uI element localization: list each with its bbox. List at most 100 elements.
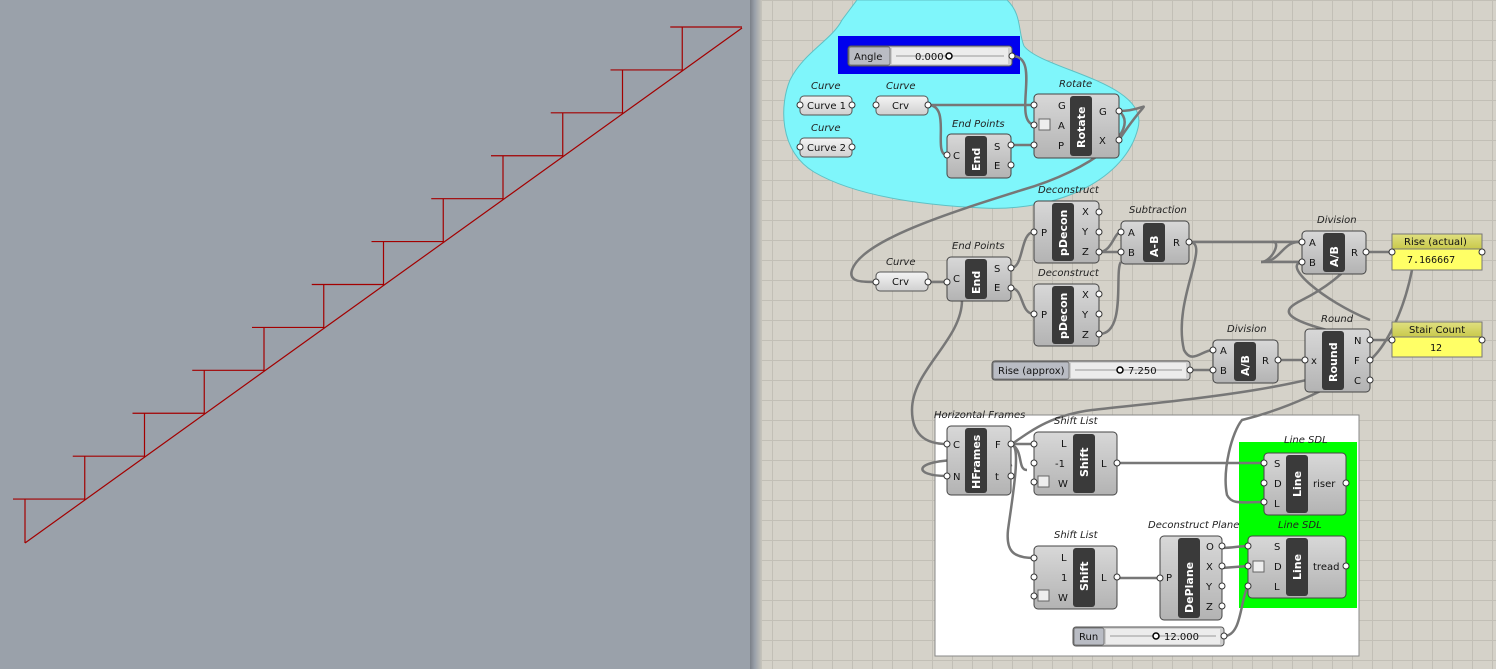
crv-param-1[interactable]: Crv xyxy=(872,95,932,116)
line1-port-d: D xyxy=(1274,479,1282,490)
line-sdl-component-2[interactable]: Line S D L tread xyxy=(1244,535,1350,599)
crv-param-2[interactable]: Crv xyxy=(872,271,932,292)
caption-deconstruct-2: Deconstruct xyxy=(1038,268,1100,279)
shift-1-label: Shift xyxy=(1078,447,1091,477)
deconstruct-component-1[interactable]: pDecon P X Y Z xyxy=(1030,200,1103,264)
caption-endpoints-1: End Points xyxy=(952,119,1005,130)
run-slider-value: 12.000 xyxy=(1164,632,1199,643)
run-slider[interactable]: Run 12.000 xyxy=(1072,626,1228,647)
rotate-component[interactable]: Rotate G A P G X xyxy=(1030,93,1123,159)
end-1-label: End xyxy=(970,148,983,171)
angle-slider[interactable]: Angle 0.000 xyxy=(847,45,1016,67)
stair-count-panel[interactable]: Stair Count 12 xyxy=(1388,321,1486,358)
round-port-n: N xyxy=(1354,336,1361,347)
subtract-label: A-B xyxy=(1148,236,1161,257)
line-sdl-component-1[interactable]: Line S D L riser xyxy=(1260,452,1350,516)
crv-1-label: Crv xyxy=(892,101,909,112)
rotate-port-p: P xyxy=(1058,141,1064,152)
line2-port-l: L xyxy=(1274,582,1280,593)
rotate-label: Rotate xyxy=(1075,107,1088,148)
caption-curve-b: Curve xyxy=(811,123,841,134)
grasshopper-canvas[interactable]: Angle 0.000 Curve Curve 1 Curve Curve 2 … xyxy=(762,0,1496,669)
pdecon-2-port-y: Y xyxy=(1081,310,1089,321)
pdecon-1-label: pDecon xyxy=(1057,210,1070,256)
div1-port-b: B xyxy=(1309,258,1316,269)
sub-port-r: R xyxy=(1173,238,1180,249)
pdecon-2-port-x: X xyxy=(1082,290,1089,301)
horizontal-frames-component[interactable]: HFrames C N F t xyxy=(943,425,1015,496)
angle-slider-output-port[interactable] xyxy=(1008,52,1016,60)
window-splitter[interactable] xyxy=(750,0,762,669)
crv-2-label: Crv xyxy=(892,277,909,288)
shift-list-component-2[interactable]: Shift L 1 W L xyxy=(1030,545,1121,610)
rise-approx-value: 7.250 xyxy=(1128,366,1157,377)
rotate-port-x-out: X xyxy=(1099,136,1106,147)
line2-port-tread: tread xyxy=(1313,562,1339,573)
rhino-viewport[interactable] xyxy=(0,0,750,669)
caption-curve-c: Curve xyxy=(886,81,916,92)
division-component-1[interactable]: A/B A B R xyxy=(1298,230,1370,275)
deconstruct-plane-component[interactable]: DePlane P O X Y Z xyxy=(1156,535,1226,621)
division-component-2[interactable]: A/B A B R xyxy=(1209,339,1282,384)
rise-approx-grip[interactable] xyxy=(1116,366,1124,374)
end-points-component-1[interactable]: End C S E xyxy=(943,133,1015,179)
rotate-port-a: A xyxy=(1058,121,1065,132)
curve-2-param[interactable]: Curve 2 xyxy=(796,137,856,158)
hframes-port-c: C xyxy=(953,440,960,451)
shift-list-component-1[interactable]: Shift L -1 W L xyxy=(1030,431,1121,496)
stair-geometry xyxy=(13,26,743,544)
hframes-port-f: F xyxy=(995,440,1001,451)
round-port-f: F xyxy=(1354,356,1360,367)
end-1-port-e: E xyxy=(994,161,1000,172)
sub-port-b: B xyxy=(1128,248,1135,259)
angle-slider-value: 0.000 xyxy=(915,52,944,63)
rise-actual-panel[interactable]: Rise (actual) 7.166667 xyxy=(1388,233,1486,271)
round-component[interactable]: Round x N F C xyxy=(1301,328,1374,393)
line1-port-riser: riser xyxy=(1313,479,1336,490)
pdecon-1-port-z: Z xyxy=(1082,247,1089,258)
caption-subtraction: Subtraction xyxy=(1129,205,1187,216)
run-slider-grip[interactable] xyxy=(1152,632,1160,640)
definition-svg: Angle 0.000 Curve Curve 1 Curve Curve 2 … xyxy=(783,0,1486,657)
div2-port-r: R xyxy=(1262,356,1269,367)
angle-slider-grip[interactable] xyxy=(945,52,953,60)
hframes-port-n: N xyxy=(953,472,960,483)
rise-approx-slider[interactable]: Rise (approx) 7.250 xyxy=(991,360,1194,381)
deplane-port-p: P xyxy=(1166,573,1172,584)
shift1-port-out: L xyxy=(1101,459,1107,470)
line2-port-d: D xyxy=(1274,562,1282,573)
shift2-port-offset: 1 xyxy=(1061,573,1067,584)
pdecon-2-port-z: Z xyxy=(1082,330,1089,341)
caption-endpoints-2: End Points xyxy=(952,241,1005,252)
end-2-port-e: E xyxy=(994,283,1000,294)
run-slider-name: Run xyxy=(1079,632,1098,643)
shift-2-label: Shift xyxy=(1078,561,1091,591)
deconstruct-component-2[interactable]: pDecon P X Y Z xyxy=(1030,283,1103,347)
pdecon-1-port-x: X xyxy=(1082,207,1089,218)
caption-shift-1: Shift List xyxy=(1054,416,1099,427)
rotate-angle-icon xyxy=(1038,118,1051,131)
curve-2-label: Curve 2 xyxy=(807,143,846,154)
shift2-wrap-icon xyxy=(1037,589,1050,602)
div1-port-a: A xyxy=(1309,238,1316,249)
shift1-port-w: W xyxy=(1058,479,1068,490)
end-2-port-s: S xyxy=(994,264,1000,275)
subtraction-component[interactable]: A-B A B R xyxy=(1117,220,1193,265)
line2-direction-icon xyxy=(1252,560,1265,573)
end-points-component-2[interactable]: End C S E xyxy=(943,256,1015,302)
hframes-label: HFrames xyxy=(970,434,983,489)
rotate-port-g-out: G xyxy=(1099,107,1107,118)
line1-port-l: L xyxy=(1274,499,1280,510)
caption-curve-a: Curve xyxy=(811,81,841,92)
hframes-port-t: t xyxy=(995,472,999,483)
caption-round: Round xyxy=(1321,314,1354,325)
end-2-label: End xyxy=(970,271,983,294)
div1-port-r: R xyxy=(1351,248,1358,259)
curve-1-label: Curve 1 xyxy=(807,101,846,112)
end-2-port-c: C xyxy=(953,274,960,285)
pdecon-1-port-y: Y xyxy=(1081,227,1089,238)
curve-1-param[interactable]: Curve 1 xyxy=(796,95,856,116)
rotate-port-g: G xyxy=(1058,101,1066,112)
rise-approx-name: Rise (approx) xyxy=(998,366,1065,377)
caption-line-2: Line SDL xyxy=(1278,520,1322,531)
